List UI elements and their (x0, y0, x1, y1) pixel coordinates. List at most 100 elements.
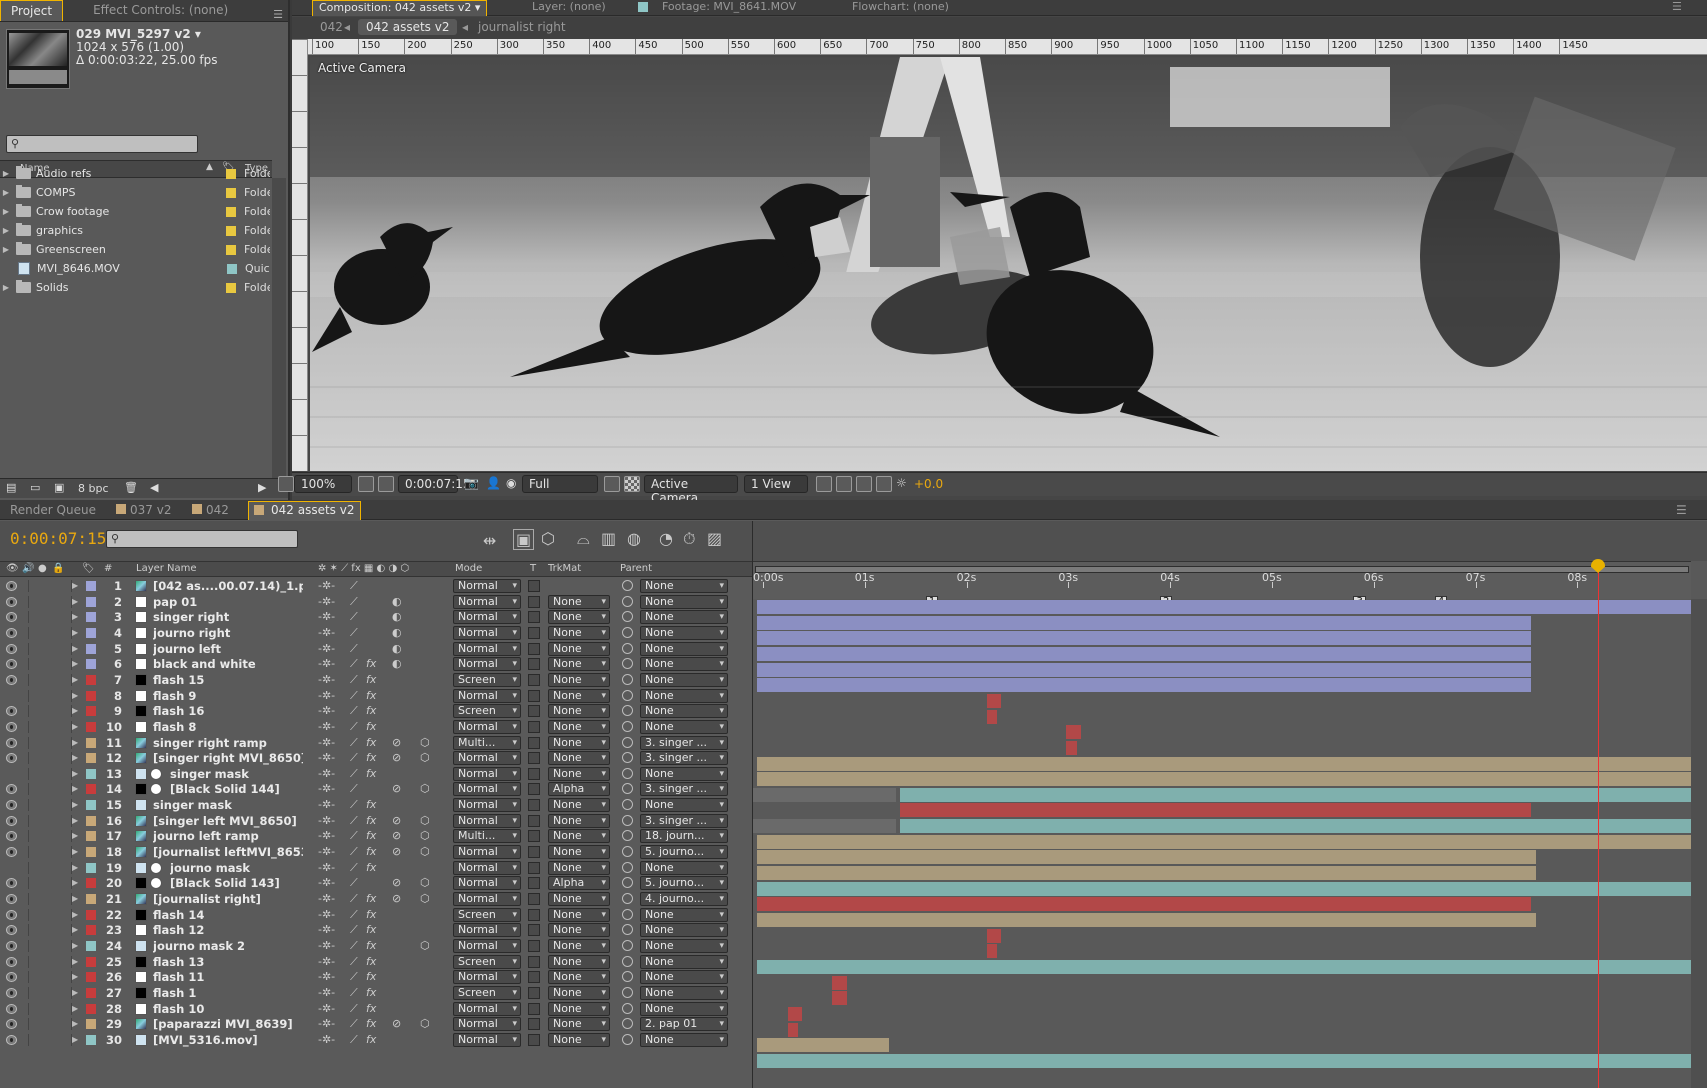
label-swatch[interactable] (226, 244, 236, 255)
eye-icon[interactable] (6, 987, 17, 998)
table-row[interactable]: ▶ 28 flash 10 -✲- ⟋ fx Normal None None (0, 1001, 752, 1018)
av-switches[interactable] (28, 580, 72, 592)
preserve-transparency-checkbox[interactable] (528, 705, 540, 718)
anchor-icon[interactable]: -✲- (318, 876, 335, 889)
expand-arrow-icon[interactable]: ▶ (72, 1035, 78, 1044)
mode-dropdown[interactable]: Screen (453, 954, 521, 969)
mode-dropdown[interactable]: Normal (453, 813, 521, 828)
av-switches[interactable] (28, 1033, 72, 1046)
zoom-dropdown[interactable]: 100% (294, 475, 352, 493)
quality-icon[interactable]: ⟋ (350, 970, 358, 984)
column-layer-name[interactable]: Layer Name (136, 563, 197, 574)
trkmat-dropdown[interactable]: None (548, 610, 610, 625)
parent-dropdown[interactable]: None (640, 1001, 728, 1016)
quality-icon[interactable]: ⟋ (350, 736, 358, 750)
expand-arrow-icon[interactable]: ▶ (72, 941, 78, 950)
table-row[interactable]: ▶ 6 black and white -✲- ⟋ fx ◐ Normal None None (0, 656, 752, 673)
layer-name[interactable]: journo mask (170, 861, 305, 875)
motion-blur-icon[interactable]: ⊘ (392, 751, 401, 764)
show-snapshot-icon[interactable]: 👤 (486, 476, 501, 490)
region-of-interest-icon[interactable] (604, 476, 620, 492)
preserve-transparency-checkbox[interactable] (528, 830, 540, 843)
audio-switch-icon[interactable]: 🔊 (22, 563, 34, 574)
list-item[interactable]: ▶ Greenscreen Folde (0, 240, 272, 259)
exposure-icon[interactable]: ☼ (896, 476, 907, 490)
anchor-icon[interactable]: -✲- (318, 595, 335, 608)
parent-pickwhip-icon[interactable] (622, 626, 633, 638)
table-row[interactable]: ▶ 26 flash 11 -✲- ⟋ fx Normal None None (0, 969, 752, 986)
table-row[interactable]: ▶ 21 [journalist right] -✲- ⟋ fx ⊘ ⬡ Normal None 4… (0, 891, 752, 908)
trash-icon[interactable]: 🗑 (124, 481, 138, 494)
safe-zones-icon[interactable] (358, 476, 374, 492)
layer-switches[interactable]: -✲- ⟋ ◐ (318, 595, 402, 608)
crumb-journalist-right[interactable]: journalist right (478, 20, 566, 34)
expand-arrow-icon[interactable]: ▶ (72, 784, 78, 793)
expand-arrow-icon[interactable]: ▶ (72, 753, 78, 762)
av-switches[interactable] (28, 861, 72, 874)
eye-icon[interactable] (6, 1034, 17, 1045)
eye-icon[interactable] (6, 972, 17, 983)
parent-pickwhip-icon[interactable] (622, 846, 633, 858)
time-ruler[interactable]: 0:00s01s02s03s04s05s06s07s08s1234 (753, 561, 1691, 608)
layer-name[interactable]: singer mask (170, 767, 305, 781)
comp-mini-flowchart-icon[interactable]: ⇹ (483, 531, 496, 550)
preserve-transparency-checkbox[interactable] (528, 580, 540, 592)
expand-arrow-icon[interactable]: ▶ (72, 628, 78, 637)
parent-pickwhip-icon[interactable] (622, 595, 633, 607)
bit-depth-button[interactable]: 8 bpc (78, 482, 109, 495)
eye-icon[interactable] (6, 737, 17, 748)
parent-dropdown[interactable]: None (640, 766, 728, 781)
current-time-display[interactable]: 0:00:07:15 (10, 529, 106, 548)
layer-switches[interactable]: -✲- ⟋ fx (318, 798, 376, 811)
trkmat-dropdown[interactable]: None (548, 1032, 610, 1047)
parent-dropdown[interactable]: None (640, 1032, 728, 1047)
mode-dropdown[interactable]: Normal (453, 782, 521, 797)
trkmat-dropdown[interactable]: None (548, 641, 610, 656)
label-swatch[interactable] (226, 282, 236, 293)
table-row[interactable]: ▶ 27 flash 1 -✲- ⟋ fx Screen None None (0, 985, 752, 1002)
label-swatch[interactable] (86, 674, 96, 685)
layer-name[interactable]: [singer right MVI_8650] (153, 751, 303, 765)
preserve-transparency-checkbox[interactable] (528, 908, 540, 921)
anchor-icon[interactable]: -✲- (318, 610, 335, 623)
expand-arrow-icon[interactable]: ▶ (72, 863, 78, 872)
layer-name[interactable]: flash 13 (153, 955, 303, 969)
preserve-transparency-checkbox[interactable] (528, 1018, 540, 1031)
mode-dropdown[interactable]: Screen (453, 985, 521, 1000)
av-switches[interactable] (28, 830, 72, 843)
quality-icon[interactable]: ⟋ (350, 908, 358, 922)
table-row[interactable]: ▶ 25 flash 13 -✲- ⟋ fx Screen None None (0, 954, 752, 971)
quality-icon[interactable]: ⟋ (350, 1002, 358, 1016)
parent-dropdown[interactable]: None (640, 594, 728, 609)
anchor-icon[interactable]: -✲- (318, 642, 335, 655)
parent-pickwhip-icon[interactable] (622, 611, 633, 623)
motion-blur-icon[interactable]: ⊘ (392, 829, 401, 842)
anchor-icon[interactable]: -✲- (318, 657, 335, 670)
mode-dropdown[interactable]: Normal (453, 1032, 521, 1047)
adjustment-icon[interactable]: ◐ (392, 657, 402, 670)
layer-duration-bar[interactable] (757, 615, 1531, 630)
fx-icon[interactable]: fx (366, 892, 376, 905)
quality-icon[interactable]: ⟋ (350, 689, 358, 703)
expand-arrow-icon[interactable]: ▶ (72, 675, 78, 684)
motion-blur-icon[interactable]: ◍ (627, 529, 641, 548)
parent-pickwhip-icon[interactable] (622, 799, 633, 811)
layer-switches[interactable]: -✲- ⟋ fx (318, 1033, 376, 1046)
layer-duration-bar[interactable] (757, 646, 1531, 661)
eye-icon[interactable] (6, 925, 17, 936)
parent-dropdown[interactable]: 4. journo... (640, 892, 728, 906)
view-layout-dropdown[interactable]: 1 View (744, 475, 808, 493)
layer-switches[interactable]: -✲- ⟋ ◐ (318, 610, 402, 623)
label-swatch[interactable] (86, 847, 96, 858)
label-swatch[interactable] (86, 800, 96, 811)
label-swatch[interactable] (86, 753, 96, 764)
trkmat-dropdown[interactable]: None (548, 672, 610, 687)
mode-dropdown[interactable]: Normal (453, 657, 521, 672)
expand-arrow-icon[interactable]: ▶ (0, 188, 12, 197)
adjustment-icon[interactable]: ◐ (392, 595, 402, 608)
label-swatch[interactable] (226, 168, 236, 179)
parent-dropdown[interactable]: None (640, 985, 728, 1000)
anchor-icon[interactable]: -✲- (318, 814, 335, 827)
anchor-icon[interactable]: -✲- (318, 782, 335, 795)
expand-arrow-icon[interactable]: ▶ (72, 894, 78, 903)
